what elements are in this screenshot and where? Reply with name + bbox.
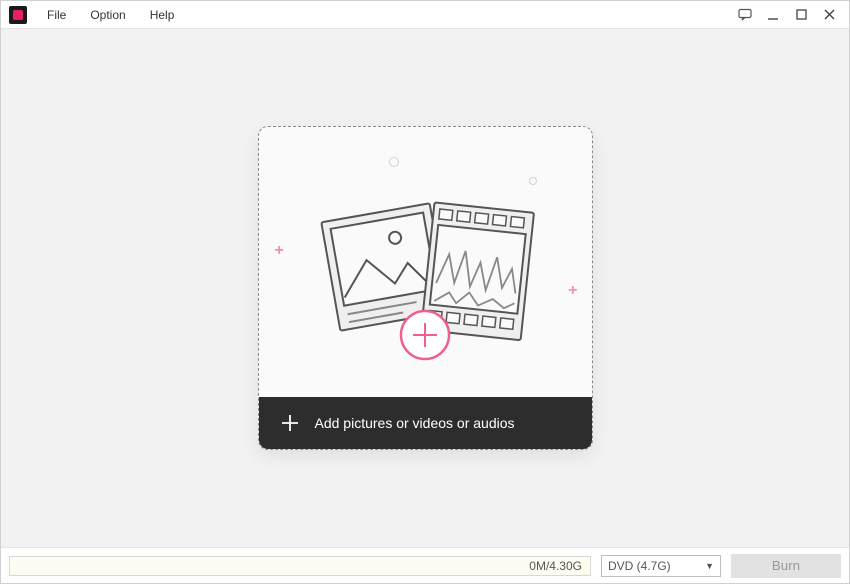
add-media-label: Add pictures or videos or audios: [315, 415, 515, 431]
circle-decoration-icon: [529, 177, 537, 185]
main-area: + +: [1, 29, 849, 548]
menu-file[interactable]: File: [35, 4, 78, 26]
disc-type-select[interactable]: DVD (4.7G) ▼: [601, 555, 721, 577]
close-icon[interactable]: [819, 5, 839, 25]
app-icon: [9, 6, 27, 24]
menu-help[interactable]: Help: [138, 4, 187, 26]
menubar: File Option Help: [1, 1, 849, 29]
footer: 0M/4.30G DVD (4.7G) ▼ Burn: [1, 548, 849, 583]
media-illustration-icon: [300, 157, 550, 367]
disc-usage-bar: 0M/4.30G: [9, 556, 591, 576]
plus-decoration-icon: +: [568, 282, 577, 300]
disc-type-label: DVD (4.7G): [608, 559, 671, 573]
add-media-button[interactable]: Add pictures or videos or audios: [259, 397, 592, 449]
chevron-down-icon: ▼: [705, 561, 714, 571]
menu-option[interactable]: Option: [78, 4, 137, 26]
feedback-icon[interactable]: [735, 5, 755, 25]
burn-button-label: Burn: [772, 558, 800, 573]
plus-icon: [281, 414, 299, 432]
burn-button[interactable]: Burn: [731, 554, 841, 578]
plus-decoration-icon: +: [275, 242, 284, 260]
circle-decoration-icon: [389, 157, 399, 167]
disc-usage-text: 0M/4.30G: [529, 559, 582, 573]
maximize-icon[interactable]: [791, 5, 811, 25]
media-dropzone[interactable]: + +: [258, 126, 593, 450]
dropzone-illustration: + +: [259, 127, 592, 397]
minimize-icon[interactable]: [763, 5, 783, 25]
window-controls: [735, 5, 845, 25]
